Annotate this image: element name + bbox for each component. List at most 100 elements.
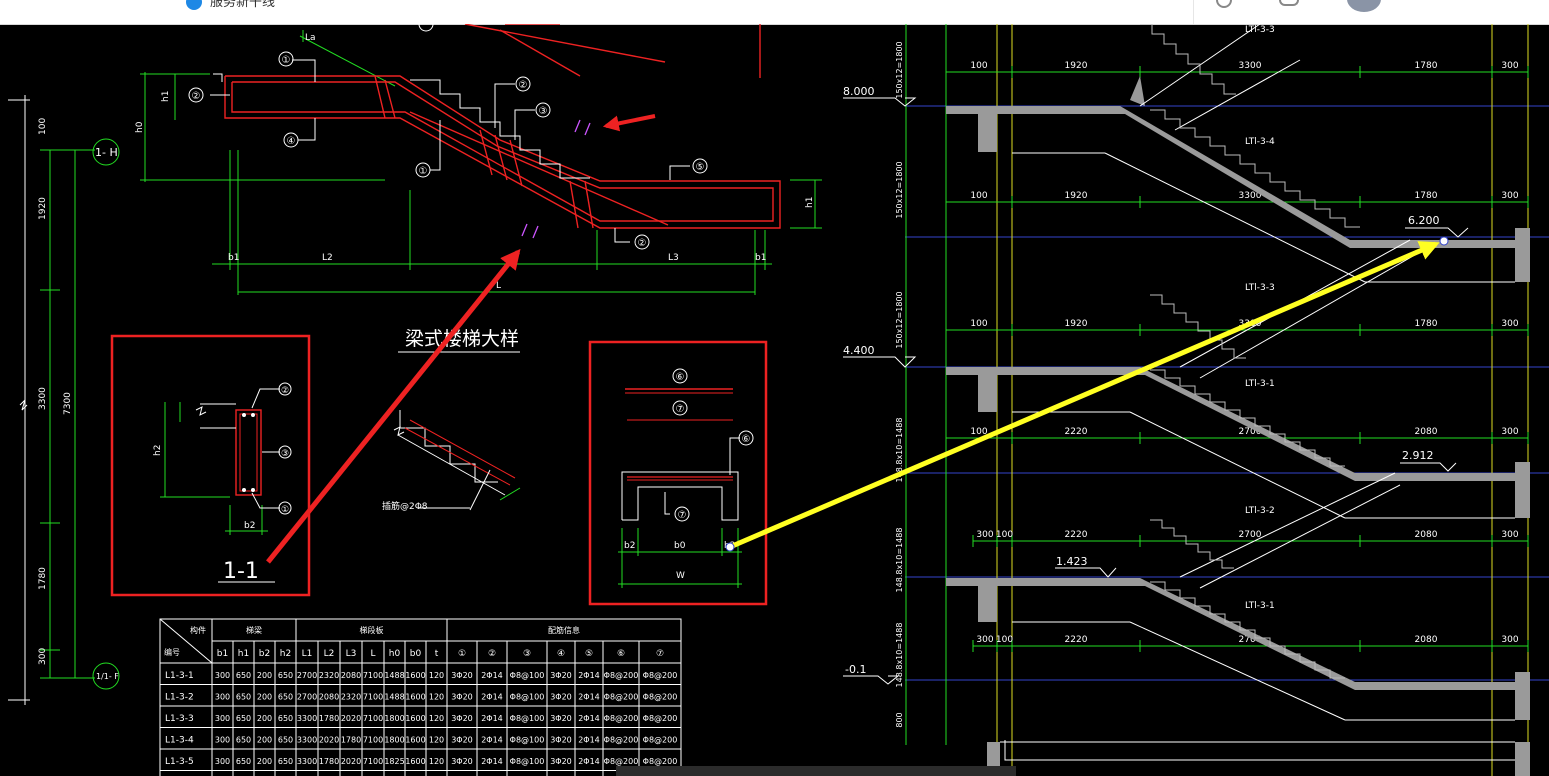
elev-dim-text: 2080: [1415, 635, 1438, 645]
table-cell: Φ8@200: [643, 714, 678, 723]
table-cell: 2Φ14: [481, 671, 503, 680]
callout-bubble-2c: ②: [634, 234, 650, 250]
table-cell: 3Φ20: [550, 736, 572, 745]
app-logo-icon: [186, 0, 202, 10]
left-dim-text: 3300: [38, 387, 48, 410]
stair-section-linework: [140, 24, 822, 295]
grid-axis-top: 1- H: [95, 146, 118, 159]
beam-mark-W: W: [676, 571, 685, 581]
table-cell: 3300: [297, 714, 317, 723]
table-cell: 650: [278, 757, 293, 766]
table-col-header: t: [435, 649, 439, 659]
section-mark-h2: h2: [153, 445, 163, 456]
section-1-1-highlight-box: [110, 334, 311, 597]
table-cell: 1825: [384, 757, 404, 766]
elev-dim-text: 3300: [1239, 61, 1262, 71]
callout-bubble-4a: ④: [283, 132, 299, 148]
elev-dim-text: 300: [1501, 61, 1518, 71]
table-col-header: L2: [324, 649, 335, 659]
left-dimension-strip: [40, 138, 120, 690]
table-cell: 120: [429, 736, 444, 745]
table-cell: 3Φ20: [451, 757, 473, 766]
beam-mark-b0: b0: [674, 541, 686, 551]
left-dim-text: 100: [38, 118, 48, 135]
table-cell: 2Φ14: [578, 693, 600, 702]
table-group-header: 梯段板: [360, 625, 384, 635]
table-col-header: ③: [523, 649, 531, 659]
vertical-dim-text: 150x12=1800: [895, 291, 904, 348]
flight-label: LTl-3-1: [1245, 601, 1275, 611]
upper-dim-label: L3: [668, 253, 679, 263]
elev-dim-text: 100: [970, 319, 987, 329]
beam-bubble-6: ⑥: [676, 372, 685, 383]
section-1-1-bubble-3: ③: [281, 449, 289, 459]
search-icon[interactable]: [1216, 0, 1232, 8]
table-cell: 2320: [319, 671, 339, 680]
table-cell: Φ8@200: [643, 693, 678, 702]
table-cell: 300: [215, 736, 230, 745]
table-cell: 2700: [297, 693, 317, 702]
table-col-header: ②: [488, 649, 496, 659]
elevation-2912: 2.912: [1402, 449, 1434, 462]
bottom-toolbar[interactable]: [616, 766, 1016, 776]
table-cell: 650: [236, 693, 251, 702]
beam-detail-drawing: [618, 368, 754, 588]
vertical-dim-text: 150x12=1800: [895, 161, 904, 218]
table-cell: Φ8@200: [604, 714, 639, 723]
beam-bubble-7: ⑦: [676, 404, 685, 415]
grid-axis-bottom: 1/1- F: [96, 672, 119, 681]
section-1-1-drawing: [160, 382, 292, 535]
table-cell: 2Φ14: [578, 671, 600, 680]
table-cell: 7100: [363, 714, 383, 723]
callout-bubble-top: [418, 24, 434, 32]
table-cell: 2Φ14: [481, 693, 503, 702]
upper-dim-labels: La h1 h0 b1 L2 L L3 b1 h1: [135, 33, 815, 291]
table-cell: 3Φ20: [451, 671, 473, 680]
table-cell: Φ8@100: [510, 714, 545, 723]
callout-bubble-2a: ②: [188, 87, 204, 103]
table-cell: 1488: [384, 693, 404, 702]
table-cell: Φ8@200: [604, 736, 639, 745]
stair-elevation-gridlines: [905, 24, 1549, 776]
table-cell: 300: [215, 671, 230, 680]
red-pointer-arrow-small: [602, 114, 656, 132]
callout-bubble-1a: ①: [278, 51, 294, 67]
elevation-4400: 4.400: [843, 344, 875, 357]
table-col-header: ⑥: [617, 649, 625, 659]
avatar[interactable]: [1347, 0, 1381, 12]
elev-dim-text: 1920: [1065, 191, 1088, 201]
callout-bubble-3a: ③: [535, 102, 551, 118]
yellow-arrow-end-dot: [1439, 236, 1449, 246]
table-cell: 300: [215, 757, 230, 766]
bell-icon[interactable]: [1279, 0, 1299, 6]
left-edge-marks: [8, 95, 30, 705]
callout-bubble-1b: ①: [415, 162, 431, 178]
section-mark-b2: b2: [244, 521, 255, 531]
table-cell: 2Φ14: [481, 757, 503, 766]
table-cell: 650: [236, 671, 251, 680]
table-cell: 1600: [405, 736, 425, 745]
beam-bubble-6b: ⑥: [742, 434, 751, 445]
callout-bubble-2b: ②: [515, 76, 531, 92]
table-cell: 120: [429, 757, 444, 766]
upper-dim-label: L2: [322, 253, 333, 263]
left-dim-text: 300: [38, 648, 48, 665]
app-title: 服务新干线: [210, 0, 276, 9]
table-cell: Φ8@100: [510, 757, 545, 766]
table-cell: 1600: [405, 671, 425, 680]
elev-dim-text: 300: [1501, 530, 1518, 540]
elevation-minus-0-1: -0.1: [845, 663, 866, 676]
stair-step-profile: [1150, 109, 1360, 228]
red-pointer-arrow-large: [266, 248, 521, 564]
table-cell: 120: [429, 671, 444, 680]
table-cell: 1488: [384, 671, 404, 680]
table-cell: 2700: [297, 671, 317, 680]
table-cell: 2020: [319, 736, 339, 745]
elev-dim-text: 1780: [1415, 61, 1438, 71]
elev-dim-text: 1780: [1415, 319, 1438, 329]
left-dim-text: 1780: [38, 567, 48, 590]
elev-dim-text: 1920: [1065, 61, 1088, 71]
svg-text:③: ③: [539, 106, 548, 117]
table-cell: 2020: [341, 757, 361, 766]
table-corner-top: 构件: [190, 625, 206, 635]
